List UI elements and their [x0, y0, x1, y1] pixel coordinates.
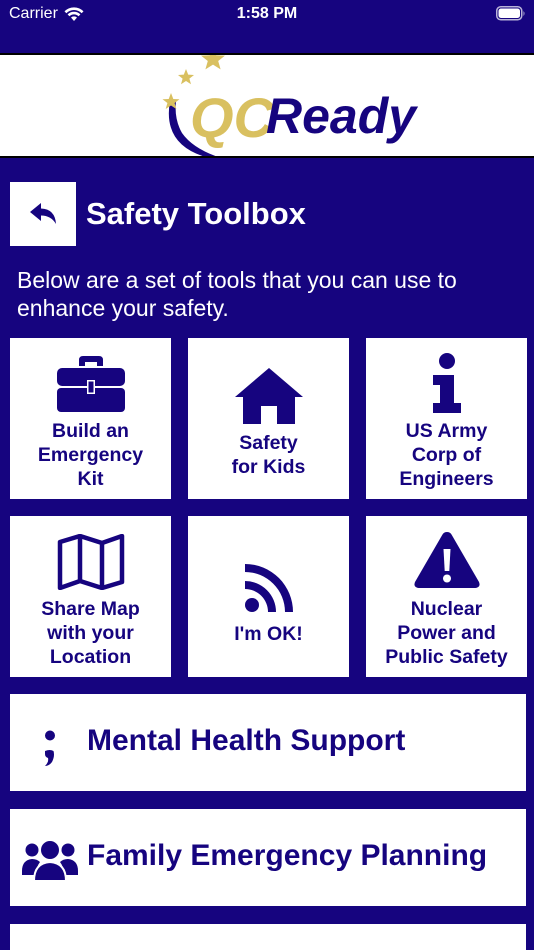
page-header: Safety Toolbox — [10, 182, 526, 246]
users-icon — [22, 839, 78, 881]
back-button[interactable] — [10, 182, 76, 246]
logo-banner: QC Ready — [0, 53, 534, 158]
clock: 1:58 PM — [236, 5, 298, 22]
back-arrow-icon — [30, 203, 56, 224]
star-icon — [201, 55, 225, 70]
home-icon — [234, 368, 303, 424]
battery-icon — [496, 6, 526, 26]
tile-label: US Army Corp of Engineers — [399, 420, 494, 490]
semicolon-icon — [45, 730, 55, 766]
wide-button-label: Family Emergency Planning — [87, 839, 488, 872]
status-bar: Carrier 1:58 PM — [0, 0, 534, 44]
rss-icon — [244, 564, 293, 612]
tile-label: Nuclear Power and Public Safety — [385, 598, 508, 668]
family-emergency-planning-button[interactable]: Family Emergency Planning — [10, 809, 526, 906]
wide-button-label: Mental Health Support — [87, 724, 406, 757]
next-menu-button[interactable] — [10, 924, 526, 950]
qc-ready-logo: QC Ready — [162, 55, 418, 156]
tile-label: Safety for Kids — [231, 432, 306, 478]
tile-safety-for-kids[interactable]: Safety for Kids — [188, 338, 349, 499]
star-icon — [178, 69, 194, 85]
page-title: Safety Toolbox — [86, 196, 306, 231]
info-icon — [432, 353, 461, 413]
toolbox-icon — [56, 356, 125, 412]
tile-nuclear-power-safety[interactable]: Nuclear Power and Public Safety — [366, 516, 527, 677]
intro-text: Below are a set of tools that you can us… — [17, 267, 457, 321]
tile-us-army-corps[interactable]: US Army Corp of Engineers — [366, 338, 527, 499]
tile-share-map-location[interactable]: Share Map with your Location — [10, 516, 171, 677]
tile-label: Share Map with your Location — [41, 598, 140, 668]
logo-qc-text: QC — [190, 86, 276, 149]
tile-label: Build an Emergency Kit — [37, 420, 144, 490]
mental-health-support-button[interactable]: Mental Health Support — [10, 694, 526, 791]
tile-im-ok[interactable]: I'm OK! — [188, 516, 349, 677]
warning-icon — [413, 532, 480, 588]
tile-build-emergency-kit[interactable]: Build an Emergency Kit — [10, 338, 171, 499]
tile-label: I'm OK! — [234, 623, 303, 645]
logo-ready-text: Ready — [266, 88, 418, 144]
map-icon — [57, 534, 124, 590]
